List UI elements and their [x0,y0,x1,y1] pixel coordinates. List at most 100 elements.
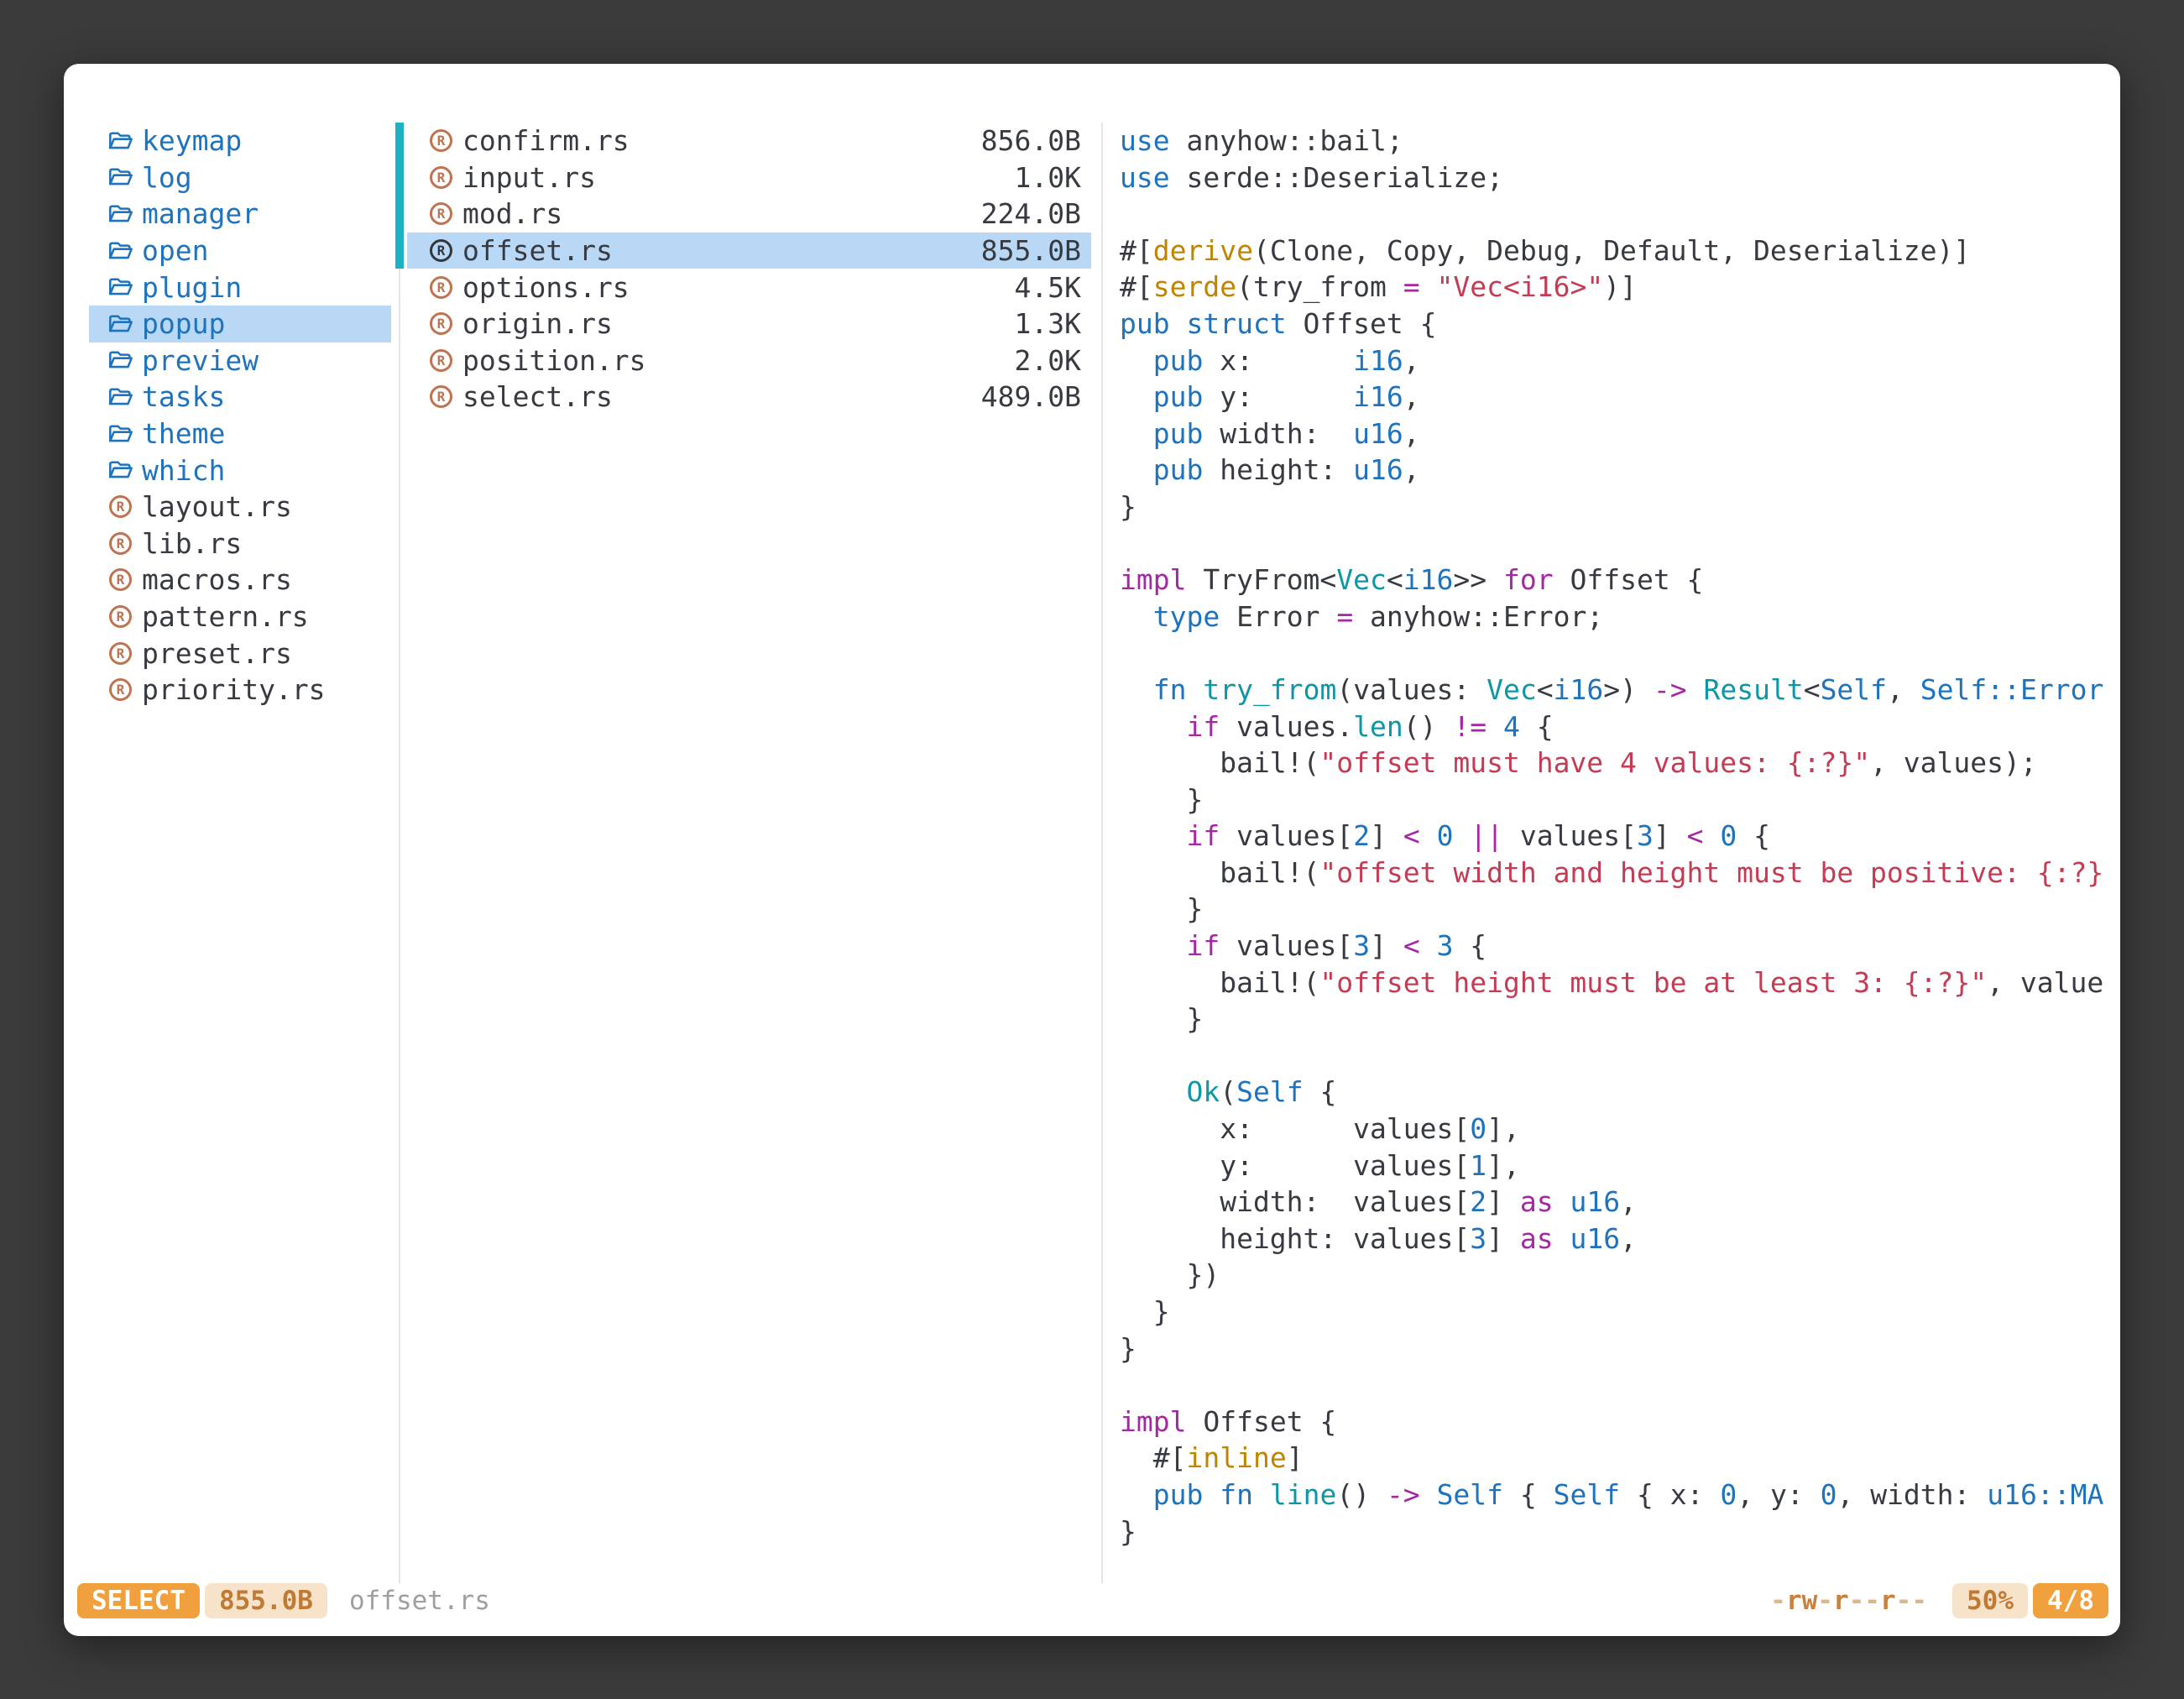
code-line: x: values[0], [1120,1111,2120,1147]
file-name: origin.rs [462,307,613,340]
code-line: #[serde(try_from = "Vec<i16>")] [1120,269,2120,306]
sidebar-item-layout-rs[interactable]: Rlayout.rs [89,489,391,525]
code-line: bail!("offset width and height must be p… [1120,855,2120,891]
code-preview: use anyhow::bail;use serde::Deserialize;… [1120,123,2120,1550]
file-manager-window: keymap logmanager open pluginpopup previewta… [64,64,2120,1636]
code-line [1120,1367,2120,1404]
code-line [1120,525,2120,562]
file-name: select.rs [462,380,613,413]
status-bar: SELECT 855.0B offset.rs -rw-r--r-- 50% 4… [77,1583,2108,1618]
file-row-mod-rs[interactable]: Rmod.rs224.0B [407,196,1091,233]
current-pane: Rconfirm.rs856.0B Rinput.rs 1.0KRmod.rs224… [399,123,1103,1583]
file-size: 4.5K [1015,271,1081,304]
sidebar-item-label: popup [142,307,225,340]
sidebar-item-priority-rs[interactable]: Rpriority.rs [89,672,391,708]
file-row-origin-rs[interactable]: Rorigin.rs 1.3K [407,306,1091,342]
file-row-position-rs[interactable]: Rposition.rs 2.0K [407,342,1091,379]
code-line: pub width: u16, [1120,416,2120,452]
sidebar-item-label: plugin [142,271,242,304]
sidebar-item-keymap[interactable]: keymap [89,123,391,159]
sidebar-item-preview[interactable]: preview [89,342,391,379]
sidebar-item-label: priority.rs [142,673,326,706]
file-size: 1.3K [1015,307,1081,340]
sidebar-item-preset-rs[interactable]: Rpreset.rs [89,635,391,672]
sidebar-item-label: tasks [142,380,225,413]
code-line: }) [1120,1257,2120,1294]
code-line: type Error = anyhow::Error; [1120,599,2120,635]
sidebar-item-label: keymap [142,124,242,157]
rust-file-icon: R [109,495,132,518]
panes-container: keymap logmanager open pluginpopup previewta… [64,123,2120,1583]
file-row-select-rs[interactable]: Rselect.rs489.0B [407,379,1091,416]
folder-icon [107,166,134,188]
folder-icon [107,276,134,298]
rust-file-icon: R [430,312,452,335]
sidebar-item-label: preset.rs [142,637,292,670]
code-line: width: values[2] as u16, [1120,1184,2120,1221]
folder-icon [107,203,134,225]
code-line: use anyhow::bail; [1120,123,2120,159]
file-name: position.rs [462,344,646,377]
rust-file-icon: R [430,276,452,299]
sidebar-item-log[interactable]: log [89,159,391,196]
sidebar-item-popup[interactable]: popup [89,306,391,342]
scroll-percent-badge: 50% [1952,1583,2028,1618]
file-size: 855.0B [981,234,1081,267]
code-line: #[inline] [1120,1440,2120,1477]
code-line: #[derive(Clone, Copy, Debug, Default, De… [1120,233,2120,269]
code-line [1120,1038,2120,1074]
code-line: } [1120,782,2120,818]
code-line: fn try_from(values: Vec<i16>) -> Result<… [1120,672,2120,708]
code-line: if values[3] < 3 { [1120,928,2120,965]
file-name: input.rs [462,161,596,194]
file-name: options.rs [462,271,630,304]
sidebar-item-manager[interactable]: manager [89,196,391,233]
sidebar-item-label: layout.rs [142,490,292,523]
sidebar-item-pattern-rs[interactable]: Rpattern.rs [89,599,391,635]
sidebar-item-label: manager [142,197,259,230]
mode-badge: SELECT [77,1583,200,1618]
sidebar-item-macros-rs[interactable]: Rmacros.rs [89,562,391,599]
file-name: confirm.rs [462,124,630,157]
folder-icon [107,240,134,262]
code-line: if values[2] < 0 || values[3] < 0 { [1120,818,2120,855]
file-size: 1.0K [1015,161,1081,194]
sidebar-item-open[interactable]: open [89,233,391,269]
sidebar-item-tasks[interactable]: tasks [89,379,391,416]
rust-file-icon: R [109,678,132,701]
rust-file-icon: R [109,568,132,591]
sidebar-item-label: preview [142,344,259,377]
code-line: } [1120,489,2120,525]
sidebar-item-label: theme [142,417,225,450]
sidebar-item-label: macros.rs [142,563,292,596]
code-line: } [1120,891,2120,928]
sidebar-item-plugin[interactable]: plugin [89,269,391,306]
file-row-input-rs[interactable]: Rinput.rs1.0K [407,159,1091,196]
code-line: use serde::Deserialize; [1120,159,2120,196]
code-line: bail!("offset must have 4 values: {:?}",… [1120,745,2120,782]
sidebar-item-which[interactable]: which [89,452,391,489]
sidebar-item-label: log [142,161,192,194]
sidebar-item-lib-rs[interactable]: Rlib.rs [89,525,391,562]
rust-file-icon: R [430,349,452,372]
rust-file-icon: R [430,385,452,408]
file-row-confirm-rs[interactable]: Rconfirm.rs856.0B [407,123,1091,159]
code-line: Ok(Self { [1120,1074,2120,1111]
code-line: pub x: i16, [1120,342,2120,379]
rust-file-icon: R [109,605,132,628]
cursor-position-badge: 4/8 [2033,1583,2108,1618]
file-name: offset.rs [462,234,613,267]
sidebar-item-label: open [142,234,208,267]
file-size: 2.0K [1015,344,1081,377]
code-line: pub height: u16, [1120,452,2120,489]
code-line: pub fn line() -> Self { Self { x: 0, y: … [1120,1477,2120,1513]
folder-icon [107,423,134,445]
sidebar-item-theme[interactable]: theme [89,416,391,452]
file-row-options-rs[interactable]: Roptions.rs 4.5K [407,269,1091,306]
folder-icon [107,459,134,481]
rust-file-icon: R [109,642,132,665]
code-line: } [1120,1330,2120,1367]
file-name: mod.rs [462,197,562,230]
folder-icon [107,313,134,335]
file-row-offset-rs[interactable]: Roffset.rs855.0B [407,233,1091,269]
